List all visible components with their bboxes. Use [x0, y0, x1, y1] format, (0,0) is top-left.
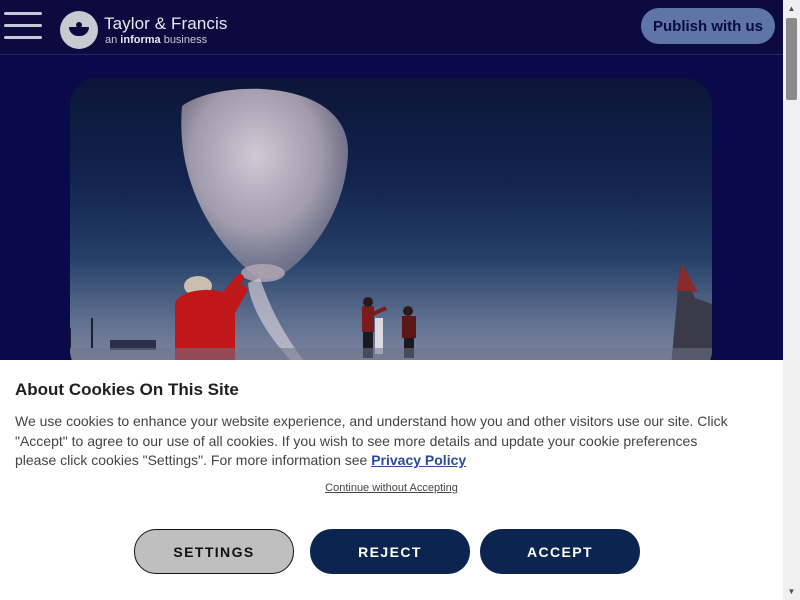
site-header: Taylor & Francis an informa business Pub… [0, 0, 783, 55]
cookie-title: About Cookies On This Site [15, 380, 239, 399]
settings-button[interactable]: SETTINGS [134, 529, 294, 574]
cookie-description: We use cookies to enhance your website e… [15, 413, 728, 468]
continue-without-accepting-link[interactable]: Continue without Accepting [0, 482, 783, 494]
accept-button[interactable]: ACCEPT [480, 529, 640, 574]
site-logo[interactable]: Taylor & Francis an informa business [60, 10, 227, 50]
chevron-down-icon[interactable]: ▼ [783, 583, 800, 600]
taylor-francis-logo-icon [60, 11, 98, 49]
cookie-consent-banner: About Cookies On This Site We use cookie… [0, 360, 783, 600]
chevron-up-icon[interactable]: ▲ [783, 0, 800, 17]
logo-subtitle: an informa business [105, 33, 208, 46]
privacy-policy-link[interactable]: Privacy Policy [371, 452, 466, 468]
balloon-launch-photo [70, 88, 712, 378]
scrollbar-thumb[interactable] [786, 18, 797, 100]
vertical-scrollbar[interactable]: ▲ ▼ [783, 0, 800, 600]
logo-text: Taylor & Francis an informa business [104, 14, 227, 47]
logo-title: Taylor & Francis [104, 13, 228, 33]
reject-button[interactable]: REJECT [310, 529, 470, 574]
publish-with-us-button[interactable]: Publish with us [641, 8, 775, 44]
hamburger-icon[interactable] [4, 12, 42, 42]
hero-image [70, 78, 712, 378]
